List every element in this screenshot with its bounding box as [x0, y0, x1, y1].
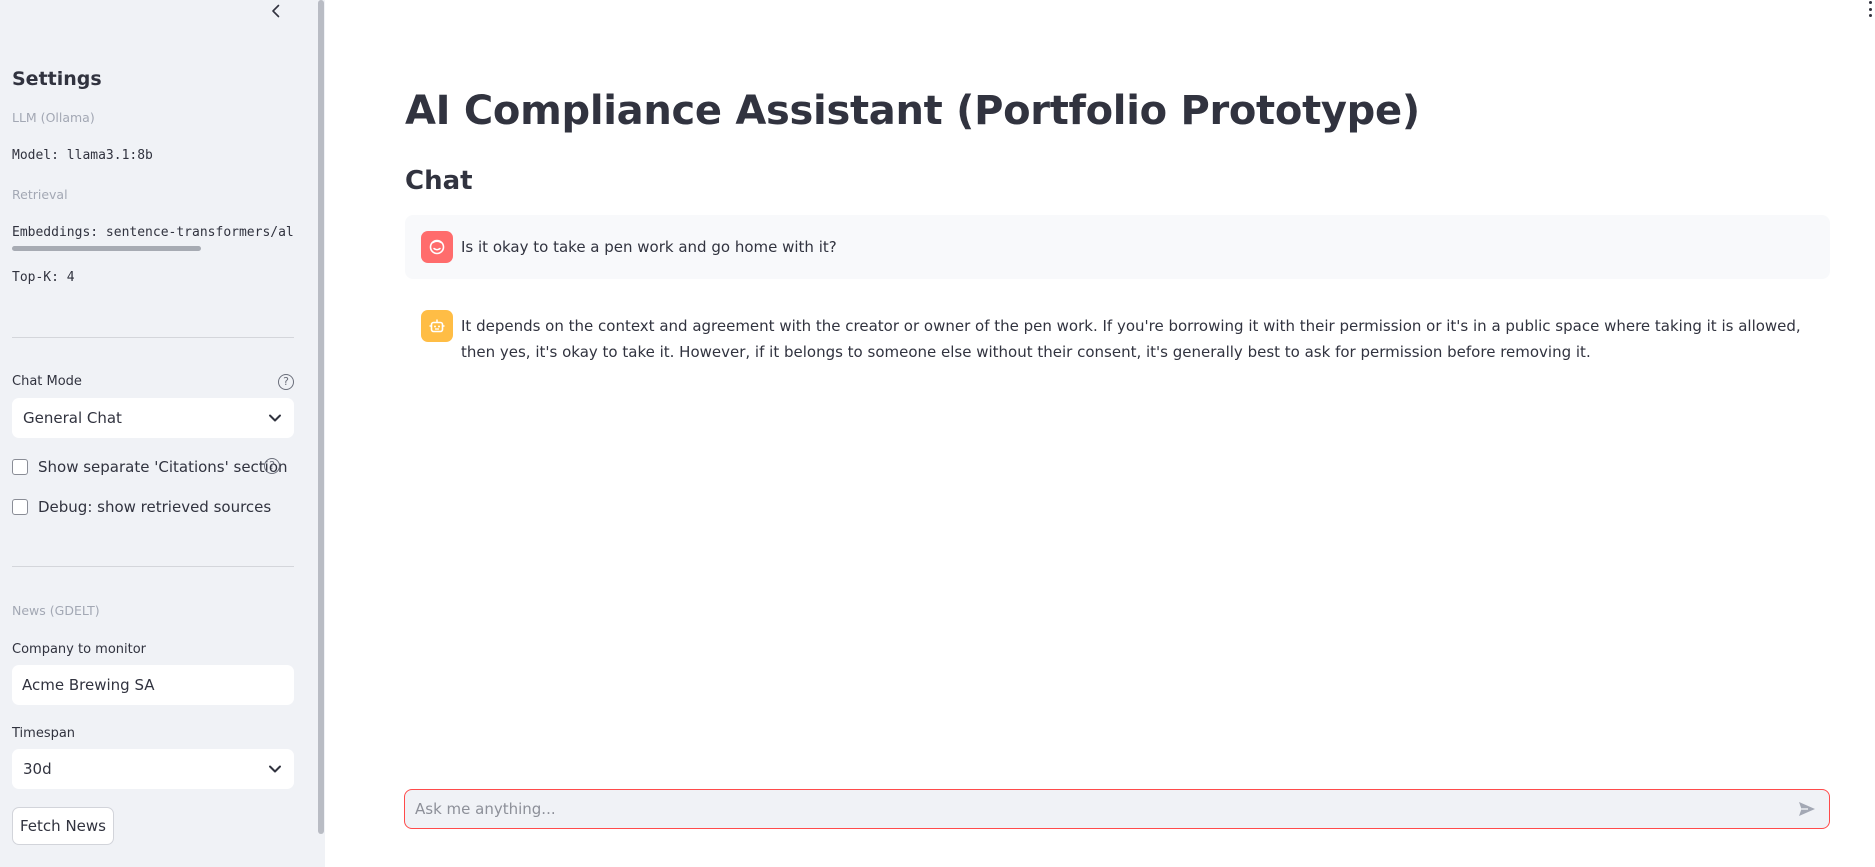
vertical-dots-icon[interactable] [1865, 0, 1875, 18]
chat-mode-select[interactable]: General Chat [12, 398, 294, 438]
sidebar-title: Settings [12, 68, 102, 90]
citations-checkbox-row[interactable]: Show separate 'Citations' section [12, 458, 288, 476]
assistant-avatar [421, 310, 453, 342]
code-block-scrollbar[interactable] [12, 246, 201, 251]
topk-text: Top-K: 4 [12, 270, 75, 285]
main-area: AI Compliance Assistant (Portfolio Proto… [325, 0, 1875, 867]
company-label: Company to monitor [12, 642, 147, 657]
app-window: Settings LLM (Ollama) Model: llama3.1:8b… [0, 0, 1875, 867]
section-title: Chat [405, 166, 473, 196]
send-icon [1799, 802, 1815, 816]
collapse-sidebar-button[interactable] [266, 0, 286, 22]
sidebar-divider [12, 566, 294, 567]
user-avatar [421, 231, 453, 263]
fetch-news-button[interactable]: Fetch News [12, 807, 114, 845]
robot-icon [429, 319, 445, 333]
chevron-left-icon [272, 4, 280, 18]
chat-mode-label: Chat Mode [12, 374, 82, 389]
timespan-label: Timespan [12, 726, 76, 741]
model-text: Model: llama3.1:8b [12, 148, 153, 163]
chat-input[interactable] [415, 800, 1795, 818]
question-circle-icon[interactable]: ? [278, 374, 294, 390]
citations-checkbox[interactable] [12, 459, 28, 475]
news-caption: News (GDELT) [12, 603, 100, 618]
debug-checkbox-row[interactable]: Debug: show retrieved sources [12, 498, 271, 516]
user-message-text: Is it okay to take a pen work and go hom… [461, 238, 837, 256]
sidebar: Settings LLM (Ollama) Model: llama3.1:8b… [0, 0, 325, 867]
assistant-message-text: It depends on the context and agreement … [461, 317, 1801, 361]
sidebar-divider [12, 337, 294, 338]
send-button[interactable] [1795, 797, 1819, 821]
citations-checkbox-label: Show separate 'Citations' section [38, 458, 288, 476]
llm-caption: LLM (Ollama) [12, 110, 95, 125]
sidebar-scrollbar[interactable] [318, 0, 324, 834]
chevron-down-icon [269, 414, 281, 422]
smiley-icon [429, 239, 445, 255]
retrieval-caption: Retrieval [12, 187, 68, 202]
assistant-message: It depends on the context and agreement … [405, 298, 1830, 377]
embeddings-text: Embeddings: sentence-transformers/all-Mi… [12, 225, 294, 240]
chat-input-container[interactable] [404, 789, 1830, 829]
timespan-value: 30d [23, 760, 52, 778]
chevron-down-icon [269, 765, 281, 773]
debug-checkbox[interactable] [12, 499, 28, 515]
company-input[interactable] [12, 665, 294, 705]
page-title: AI Compliance Assistant (Portfolio Proto… [405, 88, 1420, 134]
debug-checkbox-label: Debug: show retrieved sources [38, 498, 272, 516]
question-circle-icon[interactable]: ? [264, 458, 280, 474]
user-message: Is it okay to take a pen work and go hom… [405, 215, 1830, 279]
chat-mode-value: General Chat [23, 409, 122, 427]
timespan-select[interactable]: 30d [12, 749, 294, 789]
